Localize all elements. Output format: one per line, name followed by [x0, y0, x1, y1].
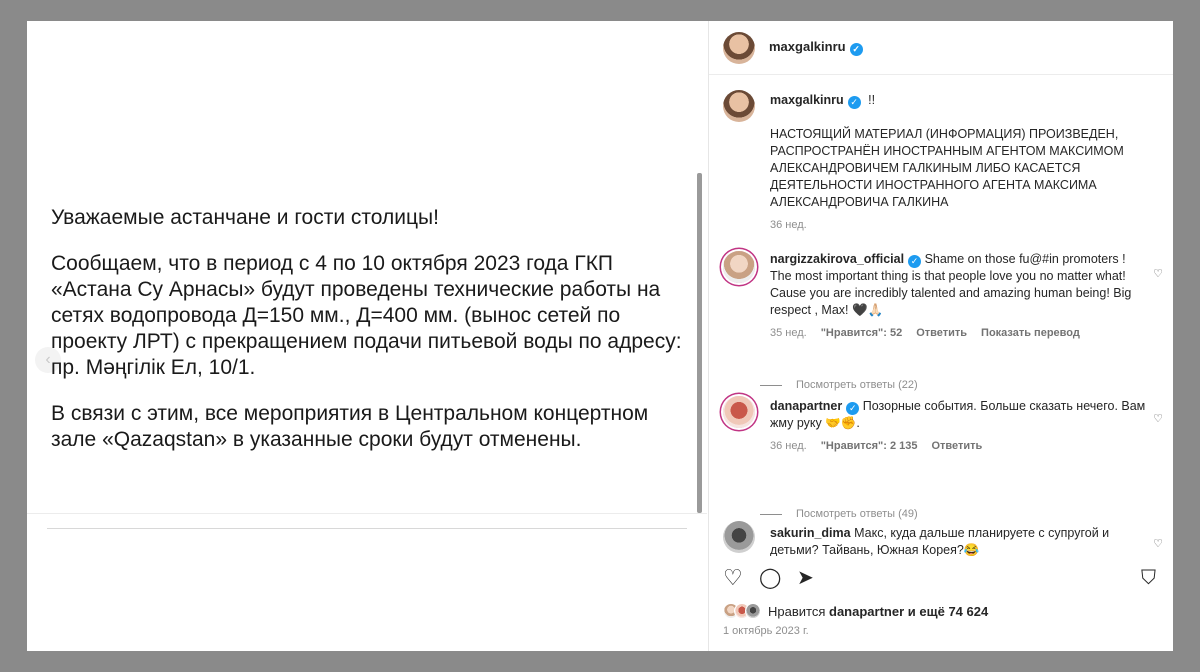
likes-prefix: Нравится	[768, 603, 826, 619]
caption-time[interactable]: 36 нед.	[770, 217, 807, 234]
translate-button[interactable]: Показать перевод	[981, 325, 1080, 342]
view-replies-button[interactable]: Посмотреть ответы (22)	[760, 379, 918, 391]
bookmark-icon[interactable]: ⛉	[1141, 566, 1156, 590]
post-date: 1 октябрь 2023 г.	[723, 625, 809, 637]
verified-icon: ✓	[908, 255, 922, 268]
caption-text: НАСТОЯЩИЙ МАТЕРИАЛ (ИНФОРМАЦИЯ) ПРОИЗВЕД…	[770, 127, 1124, 209]
likes-suffix: и ещё	[907, 603, 945, 619]
likes-count[interactable]: 74 624	[948, 604, 988, 619]
view-replies-label[interactable]: Посмотреть ответы (49)	[796, 508, 918, 520]
comment-likes[interactable]: "Нравится": 52	[821, 325, 902, 342]
comment-username[interactable]: danapartner	[770, 399, 842, 413]
image-scrollbar[interactable]	[697, 173, 702, 513]
caption-short: !!	[868, 93, 876, 107]
heart-icon[interactable]: ♡	[1153, 412, 1163, 425]
caption-username[interactable]: maxgalkinru	[770, 93, 844, 107]
avatar[interactable]	[723, 31, 755, 64]
comment-icon[interactable]: ◯	[759, 566, 781, 590]
header-username[interactable]: maxgalkinru ✓	[769, 39, 863, 56]
divider	[47, 528, 687, 529]
post-paragraph: Сообщаем, что в период с 4 по 10 октября…	[51, 252, 682, 379]
comment-likes[interactable]: "Нравится": 2 135	[821, 438, 918, 455]
reply-button[interactable]: Ответить	[931, 438, 982, 455]
reply-button[interactable]: Ответить	[916, 325, 967, 342]
view-replies-label[interactable]: Посмотреть ответы (22)	[796, 379, 918, 391]
post-sidebar: maxgalkinru ✓ maxgalkinru ✓ !! НАСТОЯЩИЙ М…	[708, 21, 1173, 651]
avatar	[745, 603, 761, 619]
comments-list[interactable]: maxgalkinru ✓ !! НАСТОЯЩИЙ МАТЕРИАЛ (ИНФО…	[709, 76, 1174, 556]
action-bar: ♡ ◯ ➤ ⛉	[709, 561, 1174, 595]
divider	[760, 513, 782, 515]
username-text[interactable]: maxgalkinru	[769, 39, 846, 54]
post-paragraph: Уважаемые астанчане и гости столицы!	[51, 206, 439, 229]
post-paragraph: В связи с этим, все мероприятия в Центра…	[51, 402, 649, 451]
comment-username[interactable]: sakurin_dima	[770, 526, 851, 540]
view-replies-button[interactable]: Посмотреть ответы (49)	[760, 508, 918, 520]
share-icon[interactable]: ➤	[797, 566, 814, 590]
divider	[760, 384, 782, 386]
verified-icon: ✓	[846, 402, 860, 415]
heart-icon[interactable]: ♡	[1153, 537, 1163, 550]
post-header: maxgalkinru ✓	[709, 21, 1173, 75]
comment-time[interactable]: 36 нед.	[770, 438, 807, 455]
heart-icon[interactable]: ♡	[723, 566, 743, 590]
post-image-text: Уважаемые астанчане и гости столицы! Соо…	[51, 205, 691, 473]
heart-icon[interactable]: ♡	[1153, 267, 1163, 280]
avatar[interactable]	[723, 251, 755, 283]
post-modal: ‹ Уважаемые астанчане и гости столицы! С…	[27, 21, 1173, 651]
verified-icon: ✓	[847, 96, 861, 109]
divider	[27, 513, 707, 514]
comment-time[interactable]: 35 нед.	[770, 325, 807, 342]
verified-icon: ✓	[849, 43, 863, 56]
avatar[interactable]	[723, 521, 755, 553]
likes-summary[interactable]: Нравится danapartner и ещё 74 624	[723, 603, 988, 619]
avatar[interactable]	[723, 396, 755, 428]
post-image: ‹ Уважаемые астанчане и гости столицы! С…	[27, 21, 707, 651]
comment-username[interactable]: nargizzakirova_official	[770, 252, 904, 266]
avatar[interactable]	[723, 90, 755, 122]
likes-user[interactable]: danapartner	[829, 604, 904, 619]
